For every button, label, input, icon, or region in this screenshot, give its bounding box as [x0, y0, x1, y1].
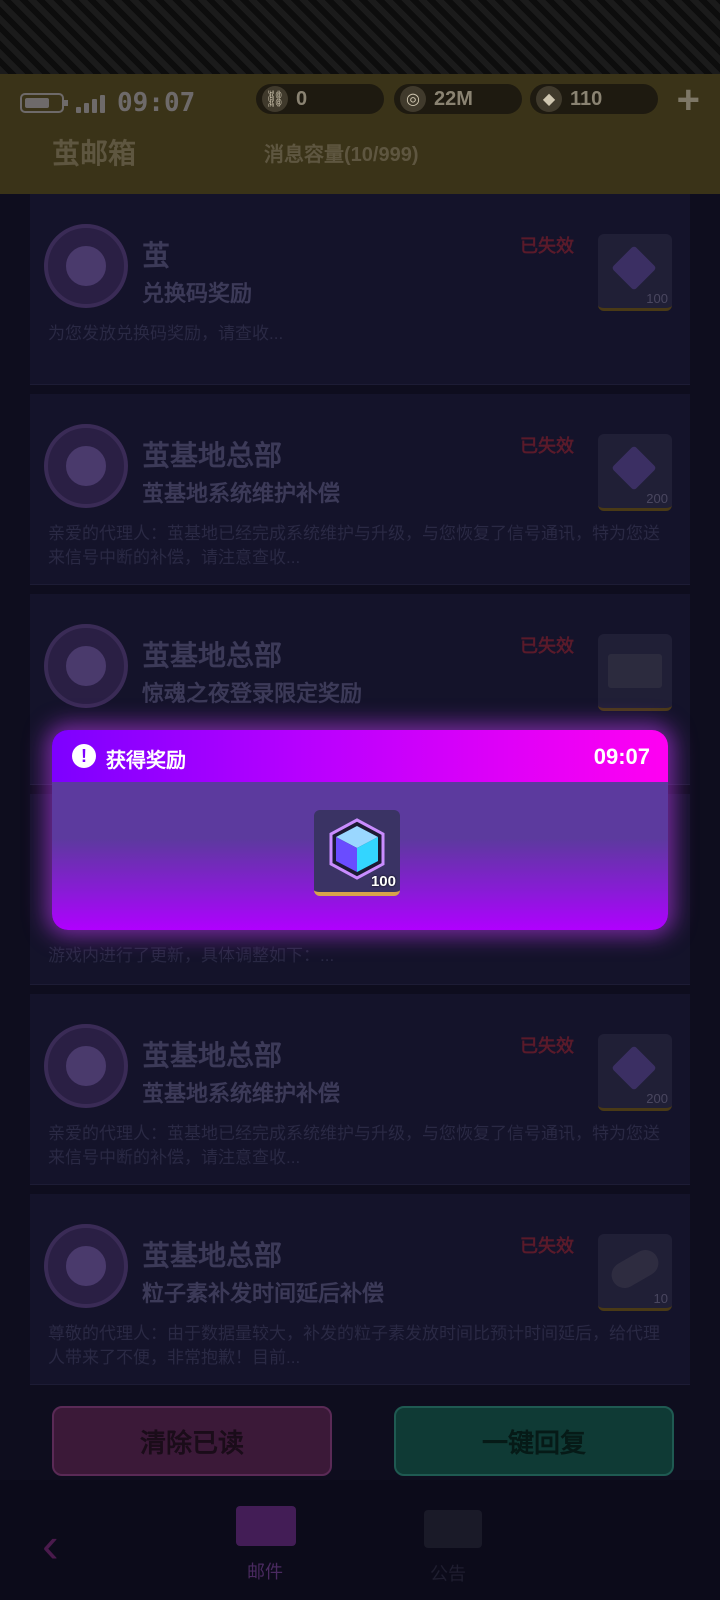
status-badge: 已失效: [520, 1236, 574, 1256]
currency-coins[interactable]: ◎ 22M: [394, 84, 522, 114]
mail-sender: 茧: [142, 240, 171, 271]
id-card-icon: [608, 654, 662, 688]
cube-icon: [611, 1045, 657, 1091]
status-time: 09:07: [117, 88, 196, 118]
status-badge: 已失效: [520, 436, 574, 456]
mail-sender: 茧基地总部: [142, 640, 283, 671]
mail-preview: 尊敬的代理人：由于数据量较大，补发的粒子素发放时间比预计时间延后，给代理人带来了…: [48, 1324, 660, 1367]
top-bar: 09:07 ⛓ 0 ◎ 22M ◆ 110 + 茧邮箱 消息容量(10/999): [0, 74, 720, 194]
status-bar: 09:07: [20, 88, 195, 118]
cube-icon: ◆: [536, 86, 562, 112]
avatar: [44, 1224, 128, 1308]
status-badge: 已失效: [520, 636, 574, 656]
reward-item[interactable]: 100: [314, 810, 400, 896]
avatar: [44, 224, 128, 308]
nav-other-label: 公告: [430, 1564, 466, 1584]
clear-read-button[interactable]: 清除已读: [52, 1406, 332, 1476]
attachment-thumb: 10: [598, 1234, 672, 1311]
back-arrow-icon[interactable]: ‹: [42, 1516, 59, 1574]
currency-cubes[interactable]: ◆ 110: [530, 84, 658, 114]
status-badge: 已失效: [520, 1036, 574, 1056]
mail-subject: 惊魂之夜登录限定奖励: [142, 681, 363, 706]
mail-preview: 亲爱的代理人：茧基地已经完成系统维护与升级，与您恢复了信号通讯，特为您送来信号中…: [48, 524, 660, 567]
mail-sender: 茧基地总部: [142, 440, 283, 471]
mail-capacity: 消息容量(10/999): [264, 144, 419, 166]
mail-subject: 兑换码奖励: [142, 281, 253, 306]
mail-preview: 游戏内进行了更新，具体调整如下：...: [48, 946, 335, 965]
nav-mail-label: 邮件: [247, 1562, 283, 1582]
mail-preview: 亲爱的代理人：茧基地已经完成系统维护与升级，与您恢复了信号通讯，特为您送来信号中…: [48, 1124, 660, 1167]
mail-subject: 茧基地系统维护补偿: [142, 1081, 341, 1106]
link-icon: ⛓: [262, 86, 288, 112]
cube-icon: [329, 818, 385, 880]
mail-subject: 粒子素补发时间延后补偿: [142, 1281, 385, 1306]
status-badge: 已失效: [520, 236, 574, 256]
coin-icon: ◎: [400, 86, 426, 112]
avatar: [44, 1024, 128, 1108]
particle-capsule-icon: [606, 1245, 664, 1293]
mail-preview: 为您发放兑换码奖励，请查收...: [48, 324, 284, 343]
mail-sender: 茧基地总部: [142, 1240, 283, 1271]
currency-value: 110: [570, 87, 603, 110]
attachment-qty: 10: [653, 1291, 668, 1306]
mail-sender: 茧基地总部: [142, 1040, 283, 1071]
attachment-thumb: [598, 634, 672, 711]
popup-time: 09:07: [593, 744, 650, 769]
currency-links[interactable]: ⛓ 0: [256, 84, 384, 114]
add-currency-button[interactable]: +: [677, 80, 700, 120]
mail-item[interactable]: 茧基地总部 粒子素补发时间延后补偿 已失效 尊敬的代理人：由于数据量较大，补发的…: [30, 1194, 690, 1385]
popup-header: ! 获得奖励 09:07: [52, 730, 668, 782]
reward-popup: ! 获得奖励 09:07 100: [52, 730, 668, 930]
cube-icon: [611, 245, 657, 291]
reward-qty: 100: [370, 873, 396, 890]
avatar: [44, 624, 128, 708]
attachment-qty: 200: [646, 491, 668, 506]
bottom-nav: ‹ 邮件 公告: [0, 1480, 720, 1600]
page-title: 茧邮箱: [52, 138, 137, 169]
mail-subject: 茧基地系统维护补偿: [142, 481, 341, 506]
alert-icon: !: [72, 744, 96, 768]
attachment-thumb: 100: [598, 234, 672, 311]
cube-icon: [611, 445, 657, 491]
avatar: [44, 424, 128, 508]
signal-icon: [76, 93, 105, 113]
mail-item[interactable]: 茧 兑换码奖励 已失效 为您发放兑换码奖励，请查收... 100: [30, 194, 690, 385]
mail-nav-icon[interactable]: [236, 1506, 296, 1546]
attachment-qty: 100: [646, 291, 668, 306]
announcement-nav-icon[interactable]: [424, 1510, 482, 1548]
attachment-thumb: 200: [598, 434, 672, 511]
battery-icon: [20, 93, 68, 113]
attachment-thumb: 200: [598, 1034, 672, 1111]
attachment-qty: 200: [646, 1091, 668, 1106]
currency-value: 0: [296, 87, 308, 110]
top-hatch-area: [0, 0, 720, 74]
currency-value: 22M: [434, 87, 473, 110]
mail-item[interactable]: 茧基地总部 茧基地系统维护补偿 已失效 亲爱的代理人：茧基地已经完成系统维护与升…: [30, 994, 690, 1185]
popup-title: 获得奖励: [106, 750, 186, 772]
mail-item[interactable]: 茧基地总部 茧基地系统维护补偿 已失效 亲爱的代理人：茧基地已经完成系统维护与升…: [30, 394, 690, 585]
reply-all-button[interactable]: 一键回复: [394, 1406, 674, 1476]
